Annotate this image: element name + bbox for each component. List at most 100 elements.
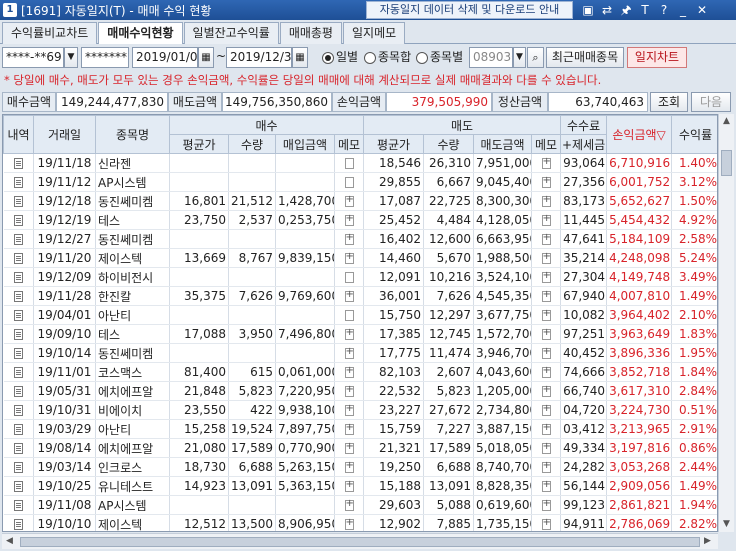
tab-journal-memo[interactable]: 일지메모 bbox=[342, 22, 406, 44]
buy-memo-icon[interactable] bbox=[344, 346, 354, 359]
tab-trading-profit-status[interactable]: 매매수익현황 bbox=[98, 22, 183, 44]
table-row[interactable]: 19/04/01아난티 15,75012,2973,677,750 10,0823,… bbox=[3, 305, 717, 325]
buy-memo-icon[interactable] bbox=[344, 365, 354, 378]
detail-icon[interactable] bbox=[13, 519, 23, 530]
sell-memo-icon[interactable] bbox=[541, 517, 551, 530]
end-date-field[interactable]: 2019/12/31 bbox=[226, 47, 292, 68]
radio-daily-dot[interactable] bbox=[322, 51, 334, 64]
sell-memo-icon[interactable] bbox=[541, 213, 551, 226]
detail-icon[interactable] bbox=[13, 367, 23, 378]
detail-icon[interactable] bbox=[13, 234, 23, 245]
scroll-right-icon[interactable]: ▶ bbox=[704, 536, 711, 546]
sell-memo-icon[interactable] bbox=[541, 232, 551, 245]
sell-memo-icon[interactable] bbox=[541, 384, 551, 397]
sell-memo-icon[interactable] bbox=[541, 194, 551, 207]
sell-memo-icon[interactable] bbox=[541, 498, 551, 511]
header-buy-amount[interactable]: 매입금액 bbox=[275, 134, 335, 154]
table-row[interactable]: 19/03/29아난티15,25819,5247,897,750 15,7597,… bbox=[3, 419, 717, 439]
radio-by-stock-dot[interactable] bbox=[416, 51, 428, 64]
sell-memo-icon[interactable] bbox=[541, 289, 551, 302]
help-icon[interactable]: ? bbox=[656, 2, 672, 18]
table-row[interactable]: 19/05/31에치에프알21,8485,8237,220,95022,5325… bbox=[3, 381, 717, 401]
header-return-rate[interactable]: 수익률 bbox=[671, 115, 717, 154]
table-row[interactable]: 19/10/10제이스텍12,51213,5008,906,950 12,9027… bbox=[3, 514, 717, 531]
buy-memo-icon[interactable] bbox=[344, 232, 354, 245]
buy-memo-icon[interactable] bbox=[344, 403, 354, 416]
end-calendar-icon[interactable]: ▦ bbox=[292, 47, 308, 68]
table-row[interactable]: 19/12/09하이비전시 12,09110,2163,524,100 27,304… bbox=[3, 267, 717, 287]
buy-memo-icon[interactable] bbox=[344, 213, 354, 226]
detail-icon[interactable] bbox=[13, 291, 23, 302]
detail-icon[interactable] bbox=[13, 310, 23, 321]
buy-memo-icon[interactable] bbox=[344, 384, 354, 397]
next-button[interactable]: 다음 bbox=[691, 92, 731, 112]
vertical-scrollbar[interactable]: ▲ ▼ bbox=[718, 114, 734, 532]
detail-icon[interactable] bbox=[13, 272, 23, 283]
table-row[interactable]: 19/11/20제이스텍13,6698,7679,839,150 14,4605,… bbox=[3, 248, 717, 268]
table-row[interactable]: 19/11/12AP시스템 29,8556,6679,045,400 27,3566… bbox=[3, 172, 717, 192]
radio-by-stock[interactable]: 종목별 bbox=[416, 49, 463, 66]
sell-memo-icon[interactable] bbox=[541, 346, 551, 359]
buy-memo-icon[interactable] bbox=[344, 310, 354, 321]
header-sell-amount[interactable]: 매도금액 bbox=[473, 134, 533, 154]
table-row[interactable]: 19/11/08AP시스템 29,6035,0880,619,600 99,1232… bbox=[3, 495, 717, 515]
stock-code-dropdown-icon[interactable]: ▼ bbox=[513, 47, 526, 68]
tab-return-comparison-chart[interactable]: 수익률비교차트 bbox=[2, 22, 98, 44]
table-row[interactable]: 19/11/01코스맥스81,4006150,061,000 82,1032,60… bbox=[3, 362, 717, 382]
radio-daily[interactable]: 일별 bbox=[322, 49, 358, 66]
buy-memo-icon[interactable] bbox=[344, 177, 354, 188]
header-stock-name[interactable]: 종목명 bbox=[95, 115, 170, 154]
header-sell-qty[interactable]: 수량 bbox=[423, 134, 475, 154]
table-row[interactable]: 19/03/14인크로스18,7306,6885,263,15019,2506,… bbox=[3, 457, 717, 477]
stock-code-field[interactable]: 089030 bbox=[469, 47, 513, 68]
detail-icon[interactable] bbox=[13, 443, 23, 454]
screen-icon[interactable]: ▣ bbox=[580, 2, 596, 18]
sell-memo-icon[interactable] bbox=[541, 270, 551, 283]
header-pl-amount[interactable]: 손익금액▽ bbox=[606, 115, 673, 154]
tab-trading-review[interactable]: 매매총평 bbox=[279, 22, 342, 44]
sell-memo-icon[interactable] bbox=[541, 365, 551, 378]
detail-icon[interactable] bbox=[13, 158, 23, 169]
data-delete-download-info-button[interactable]: 자동일지 데이터 삭제 및 다운로드 안내 bbox=[366, 1, 573, 19]
detail-icon[interactable] bbox=[13, 215, 23, 226]
detail-icon[interactable] bbox=[13, 462, 23, 473]
buy-memo-icon[interactable] bbox=[344, 327, 354, 340]
header-fee[interactable]: 수수료 bbox=[560, 115, 608, 135]
scroll-up-icon[interactable]: ▲ bbox=[723, 116, 730, 126]
sell-memo-icon[interactable] bbox=[541, 327, 551, 340]
table-row[interactable]: 19/08/14에치에프알21,08017,5890,770,90021,321… bbox=[3, 438, 717, 458]
account-number-field[interactable]: ****-**69 bbox=[2, 47, 64, 68]
buy-memo-icon[interactable] bbox=[344, 441, 354, 454]
table-row[interactable]: 19/10/14동진쎄미켐 17,77511,4743,946,700 40,452… bbox=[3, 343, 717, 363]
buy-memo-icon[interactable] bbox=[344, 194, 354, 207]
close-icon[interactable]: ✕ bbox=[694, 2, 710, 18]
start-date-field[interactable]: 2019/01/01 bbox=[132, 47, 198, 68]
buy-memo-icon[interactable] bbox=[344, 272, 354, 283]
tab-daily-balance-return[interactable]: 일별잔고수익률 bbox=[183, 22, 279, 44]
header-buy-memo[interactable]: 메모 bbox=[333, 134, 365, 154]
table-row[interactable]: 19/10/31비에이치23,5504229,938,100 23,22727,6… bbox=[3, 400, 717, 420]
start-calendar-icon[interactable]: ▦ bbox=[198, 47, 214, 68]
header-date[interactable]: 거래일 bbox=[33, 115, 96, 154]
header-fee-tax[interactable]: +제세금 bbox=[560, 134, 608, 154]
journal-chart-button[interactable]: 일지차트 bbox=[627, 47, 687, 68]
text-size-icon[interactable]: T bbox=[637, 2, 653, 18]
link-icon[interactable]: ⇄ bbox=[599, 2, 615, 18]
detail-icon[interactable] bbox=[13, 253, 23, 264]
detail-icon[interactable] bbox=[13, 329, 23, 340]
header-detail[interactable]: 내역 bbox=[3, 115, 34, 154]
header-sell-avg-price[interactable]: 평균가 bbox=[363, 134, 425, 154]
sell-memo-icon[interactable] bbox=[541, 460, 551, 473]
sell-memo-icon[interactable] bbox=[541, 441, 551, 454]
pin-icon[interactable]: 🖈 bbox=[618, 2, 634, 18]
radio-stock-sum-dot[interactable] bbox=[364, 51, 376, 64]
horizontal-scroll-thumb[interactable] bbox=[20, 537, 700, 547]
buy-memo-icon[interactable] bbox=[344, 460, 354, 473]
detail-icon[interactable] bbox=[13, 196, 23, 207]
table-row[interactable]: 19/12/27동진쎄미켐 16,40212,6006,663,950 47,641… bbox=[3, 229, 717, 249]
detail-icon[interactable] bbox=[13, 405, 23, 416]
search-icon[interactable]: ⌕ bbox=[527, 47, 544, 68]
buy-memo-icon[interactable] bbox=[344, 289, 354, 302]
detail-icon[interactable] bbox=[13, 348, 23, 359]
horizontal-scrollbar[interactable]: ◀ ▶ bbox=[2, 533, 718, 549]
